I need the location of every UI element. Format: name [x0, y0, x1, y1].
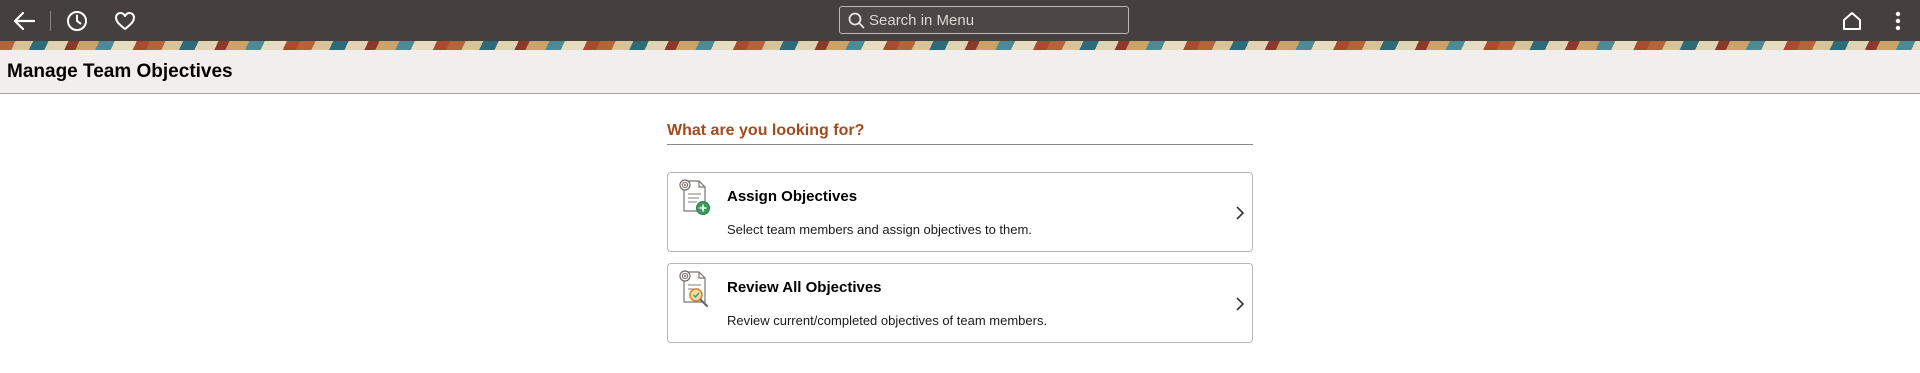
card-description: Review current/completed objectives of t… — [727, 313, 1048, 328]
back-button[interactable] — [0, 0, 48, 41]
topbar-divider — [50, 10, 51, 31]
favorites-button[interactable] — [101, 0, 149, 41]
card-description: Select team members and assign objective… — [727, 222, 1032, 237]
card-title: Assign Objectives — [727, 188, 858, 205]
actions-menu-button[interactable] — [1876, 0, 1920, 41]
home-button[interactable] — [1828, 0, 1876, 41]
menu-search-box[interactable] — [839, 6, 1129, 34]
clock-icon — [67, 10, 87, 31]
heart-icon — [115, 11, 135, 30]
page-title: Manage Team Objectives — [7, 60, 233, 82]
assign-objectives-icon — [679, 179, 710, 215]
review-all-objectives-card[interactable]: Review All Objectives Review current/com… — [667, 263, 1253, 343]
search-input[interactable] — [869, 11, 1109, 29]
chevron-right-icon — [1236, 297, 1245, 311]
section-heading: What are you looking for? — [667, 122, 1253, 145]
home-icon — [1843, 11, 1861, 30]
topbar-right-group — [1828, 0, 1920, 41]
review-objectives-icon — [679, 270, 709, 308]
recent-places-button[interactable] — [53, 0, 101, 41]
card-title: Review All Objectives — [727, 279, 882, 296]
search-icon — [843, 12, 869, 29]
back-arrow-icon — [13, 11, 36, 30]
topbar-left-group — [0, 0, 149, 41]
top-navigation-bar — [0, 0, 1920, 41]
navigation-section: What are you looking for? Assign Objecti… — [667, 122, 1253, 343]
page-header: Manage Team Objectives — [0, 50, 1920, 94]
vertical-ellipsis-icon — [1895, 11, 1901, 30]
chevron-right-icon — [1236, 206, 1245, 220]
assign-objectives-card[interactable]: Assign Objectives Select team members an… — [667, 172, 1253, 252]
decorative-banner-strip — [0, 41, 1920, 50]
